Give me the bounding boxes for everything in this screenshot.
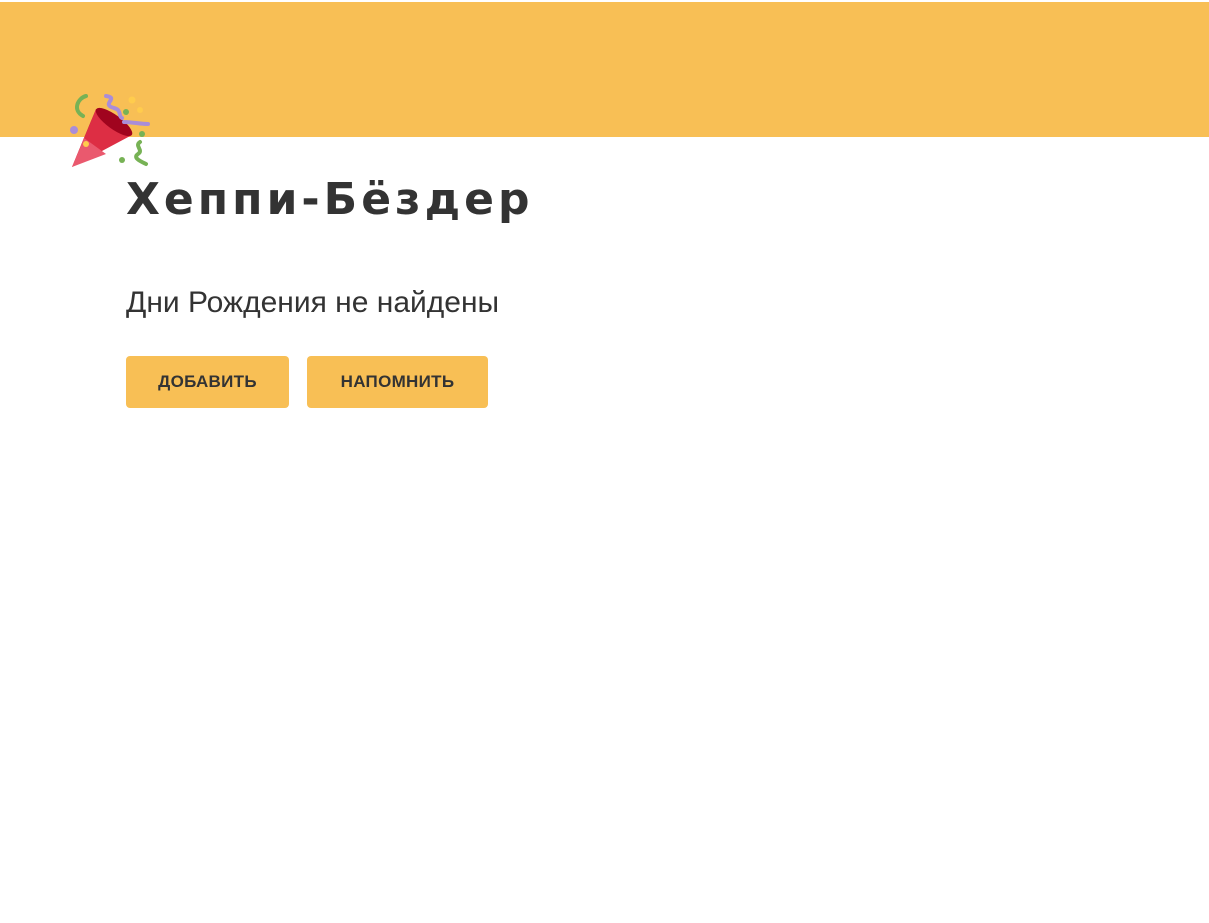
add-button[interactable]: ДОБАВИТЬ [126, 356, 289, 408]
empty-state-message: Дни Рождения не найдены [126, 286, 500, 319]
app-title: Хеппи-Бёздер [126, 174, 534, 225]
party-popper-icon [66, 92, 152, 174]
remind-button[interactable]: НАПОМНИТЬ [307, 356, 488, 408]
header-band [0, 2, 1209, 137]
